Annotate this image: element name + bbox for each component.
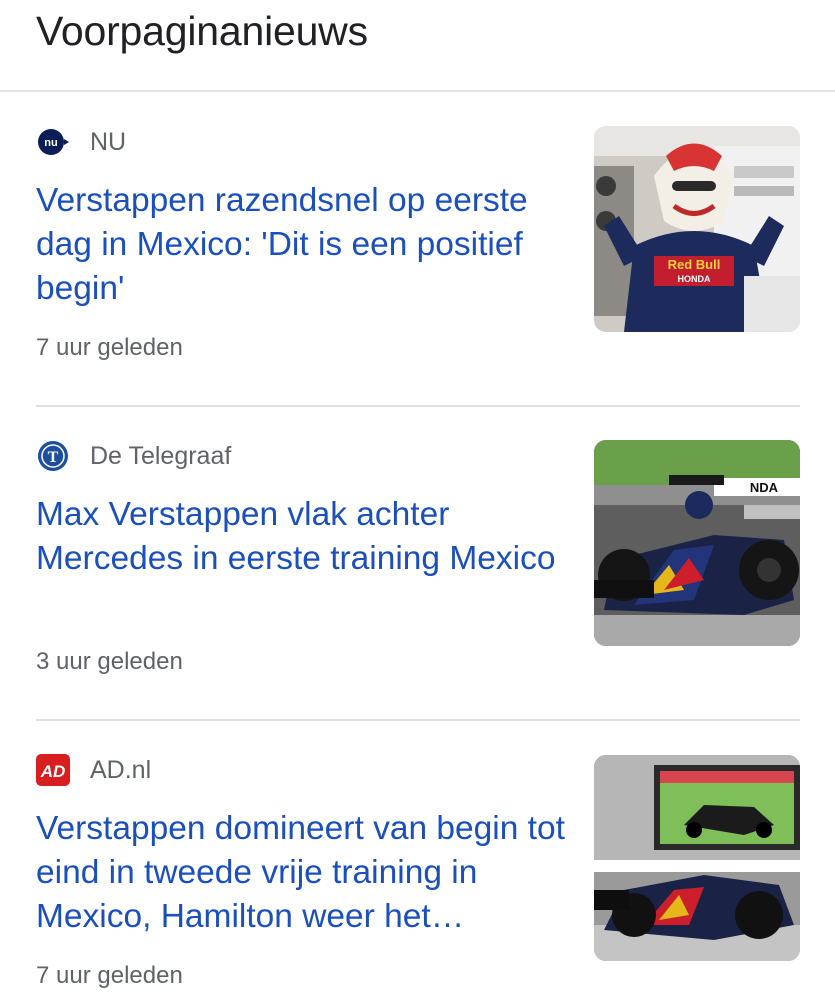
article-thumbnail[interactable]: Red Bull HONDA (594, 126, 800, 332)
source-name: De Telegraaf (90, 441, 232, 470)
thumbnail-text-honda: HONDA (678, 274, 711, 284)
telegraaf-logo-text: T (48, 449, 59, 466)
article-thumbnail[interactable] (594, 755, 800, 961)
article-time: 7 uur geleden (36, 962, 183, 989)
article-time: 3 uur geleden (36, 648, 183, 675)
thumbnail-text-redbull: Red Bull (668, 257, 721, 272)
ad-logo-text: AD (40, 762, 66, 781)
article-headline[interactable]: Verstappen razendsnel op eerste dag in M… (36, 179, 576, 311)
nu-logo-text: nu (44, 137, 57, 149)
section-title: Voorpaginanieuws (36, 8, 368, 54)
article-thumbnail[interactable]: NDA (594, 440, 800, 646)
source-name: AD.nl (90, 755, 152, 784)
ad-logo-icon: AD (36, 753, 70, 787)
article-headline[interactable]: Verstappen domineert van begin tot eind … (36, 807, 576, 939)
driver-in-mexican-mask-image: Red Bull HONDA (594, 126, 800, 332)
nu-logo-icon: nu (36, 125, 70, 159)
article-headline[interactable]: Max Verstappen vlak achter Mercedes in e… (36, 493, 576, 581)
article-time: 7 uur geleden (36, 334, 183, 361)
news-article-card[interactable]: T De Telegraaf Max Verstappen vlak achte… (36, 406, 800, 721)
source-name: NU (90, 127, 127, 156)
f1-cars-on-track-image (594, 755, 800, 961)
section-header: Voorpaginanieuws (0, 0, 835, 92)
telegraaf-logo-icon: T (36, 439, 70, 473)
article-source[interactable]: AD AD.nl (36, 753, 152, 787)
news-article-card[interactable]: AD AD.nl Verstappen domineert van begin … (36, 720, 800, 1000)
news-article-card[interactable]: nu NU Verstappen razendsnel op eerste da… (36, 92, 800, 407)
article-source[interactable]: T De Telegraaf (36, 441, 231, 471)
red-bull-f1-car-image: NDA (594, 440, 800, 646)
thumbnail-text-honda: NDA (750, 480, 779, 495)
article-source[interactable]: nu NU (36, 127, 126, 157)
